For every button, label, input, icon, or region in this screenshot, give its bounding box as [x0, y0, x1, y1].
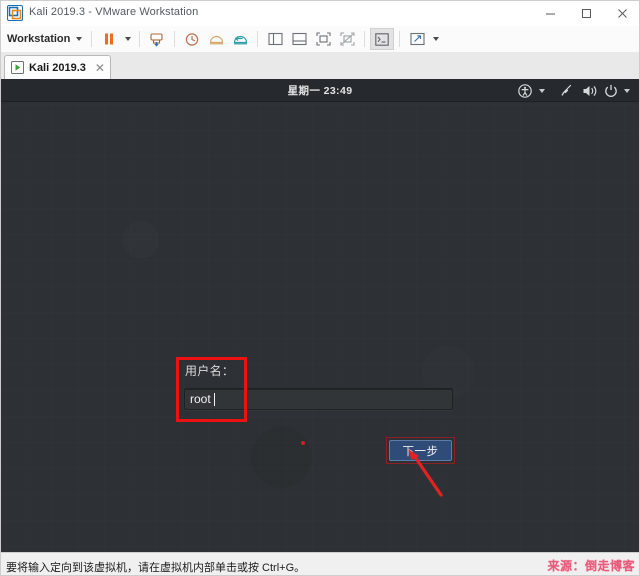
- power-dropdown-caret-icon: [624, 88, 630, 93]
- power-dropdown-button[interactable]: [620, 79, 634, 102]
- toolbar-divider-2: [139, 31, 141, 47]
- power-icon: [604, 84, 617, 97]
- vm-running-icon: [11, 61, 24, 74]
- toolbar-divider-4: [257, 31, 259, 47]
- accessibility-dropdown-caret-icon: [538, 88, 545, 93]
- stretch-guest-icon: [410, 32, 425, 46]
- toolbar-divider-5: [364, 31, 366, 47]
- guest-desktop[interactable]: 星期一 23:49 用户名： root 下一步: [0, 79, 640, 552]
- close-icon: [617, 8, 627, 18]
- unity-mode-icon: [340, 32, 355, 46]
- send-ctrl-alt-del-button[interactable]: [145, 28, 169, 50]
- vmware-vm-icon: [7, 5, 23, 21]
- minimize-button[interactable]: [532, 0, 568, 26]
- unity-mode-button[interactable]: [335, 28, 359, 50]
- vmware-workstation-window: Kali 2019.3 - VMware Workstation Worksta…: [0, 0, 640, 576]
- accessibility-button[interactable]: [515, 79, 534, 102]
- full-screen-button[interactable]: [311, 28, 335, 50]
- volume-button[interactable]: [579, 79, 601, 102]
- snapshot-manager-button[interactable]: [180, 28, 204, 50]
- console-view-button[interactable]: [370, 28, 395, 50]
- tab-kali-2019-3[interactable]: Kali 2019.3 ✕: [4, 55, 111, 79]
- revert-snapshot-icon: [233, 35, 247, 44]
- gnome-top-panel: 星期一 23:49: [0, 79, 640, 102]
- show-sidebar-button[interactable]: [263, 28, 287, 50]
- status-hint-text: 要将输入定向到该虚拟机，请在虚拟机内部单击或按 Ctrl+G。: [6, 562, 306, 574]
- tab-close-icon[interactable]: ✕: [95, 62, 105, 74]
- console-view-icon: [375, 32, 390, 46]
- full-screen-icon: [316, 32, 331, 46]
- show-thumbnails-icon: [292, 32, 307, 46]
- maximize-icon: [581, 8, 591, 18]
- maximize-button[interactable]: [568, 0, 604, 26]
- screen-brightness-button[interactable]: [553, 79, 579, 102]
- volume-icon: [583, 85, 597, 96]
- cursor-dot-annotation: [301, 441, 305, 445]
- workstation-menu-label: Workstation: [7, 33, 71, 45]
- toolbar-divider-3: [174, 31, 176, 47]
- suspend-dropdown-button[interactable]: [121, 28, 134, 50]
- vm-console-viewport[interactable]: 星期一 23:49 用户名： root 下一步: [0, 79, 640, 552]
- window-titlebar: Kali 2019.3 - VMware Workstation: [0, 0, 640, 27]
- window-title: Kali 2019.3 - VMware Workstation: [29, 6, 199, 18]
- screen-brightness-icon: [560, 84, 571, 96]
- pointer-arrow-annotation: [408, 449, 443, 497]
- minimize-icon: [545, 13, 555, 14]
- accessibility-dropdown-button[interactable]: [534, 79, 553, 102]
- suspend-button[interactable]: [97, 28, 121, 50]
- accessibility-icon: [517, 83, 532, 98]
- panel-tray: [515, 79, 634, 102]
- window-controls: [532, 0, 640, 26]
- take-snapshot-icon: [209, 35, 223, 44]
- stretch-dropdown-button[interactable]: [429, 28, 442, 50]
- take-snapshot-button[interactable]: [204, 28, 228, 50]
- source-watermark: 来源：倒走博客: [547, 559, 635, 573]
- stretch-dropdown-caret-icon: [432, 37, 439, 41]
- chevron-down-icon: [76, 37, 83, 41]
- suspend-icon: [105, 33, 114, 45]
- close-button[interactable]: [604, 0, 640, 26]
- power-button[interactable]: [601, 79, 620, 102]
- stretch-guest-button[interactable]: [405, 28, 429, 50]
- vm-tab-strip: Kali 2019.3 ✕: [0, 52, 640, 80]
- status-bar: 要将输入定向到该虚拟机，请在虚拟机内部单击或按 Ctrl+G。 来源：倒走博客: [0, 552, 640, 576]
- workstation-menu-button[interactable]: Workstation: [0, 28, 86, 50]
- snapshot-manager-icon: [185, 32, 199, 46]
- send-ctrl-alt-del-icon: [150, 32, 163, 46]
- username-field-highlight-annotation: [176, 357, 247, 422]
- show-sidebar-icon: [268, 32, 283, 46]
- toolbar-divider: [91, 31, 93, 47]
- revert-snapshot-button[interactable]: [228, 28, 252, 50]
- main-toolbar: Workstation: [0, 26, 640, 53]
- tab-label: Kali 2019.3: [29, 61, 86, 74]
- toolbar-divider-6: [399, 31, 401, 47]
- suspend-dropdown-caret-icon: [124, 37, 131, 41]
- show-thumbnails-button[interactable]: [287, 28, 311, 50]
